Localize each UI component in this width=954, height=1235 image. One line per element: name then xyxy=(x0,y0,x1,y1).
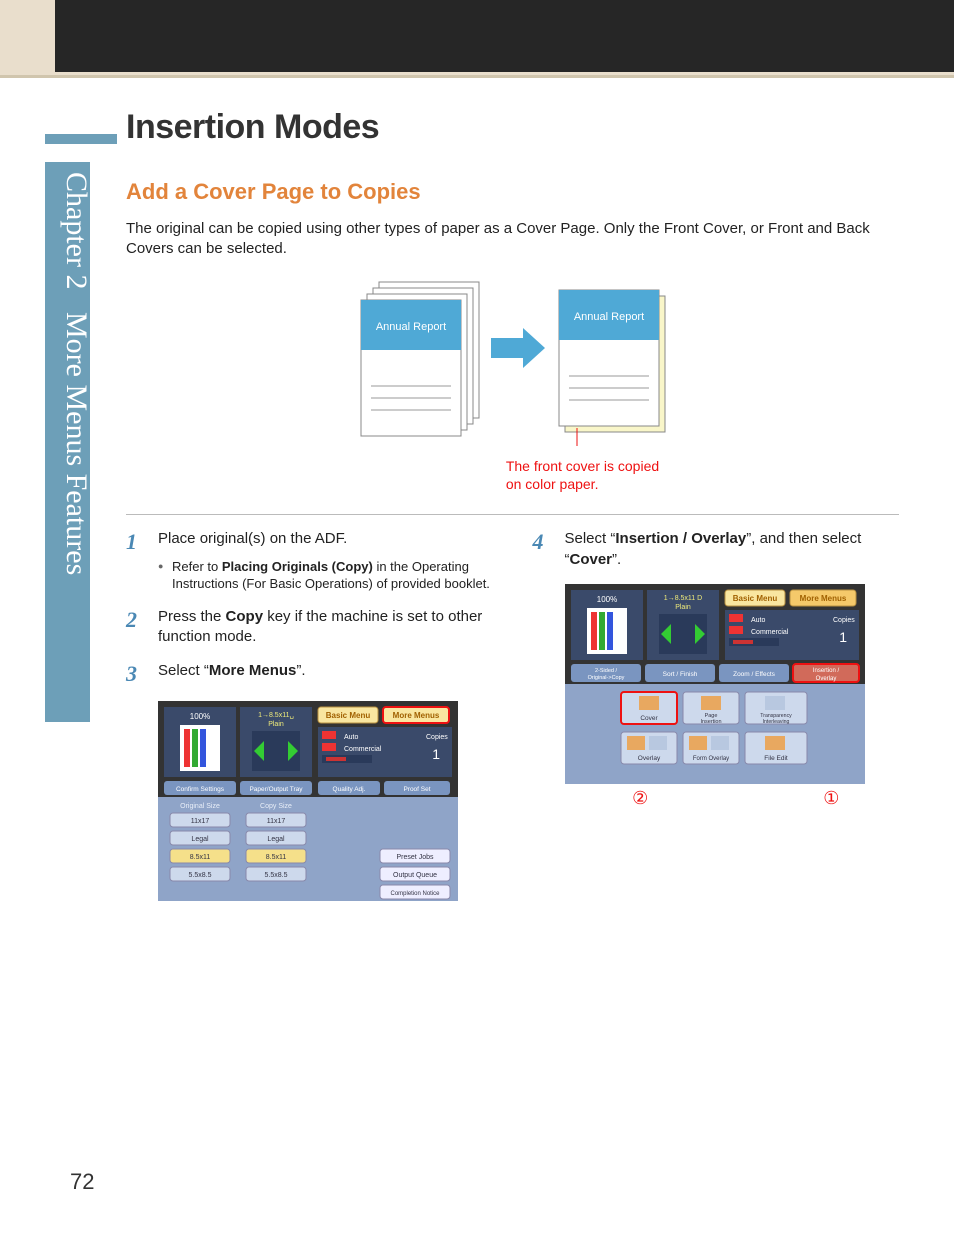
svg-text:Overlay: Overlay xyxy=(815,676,836,682)
svg-text:11x17: 11x17 xyxy=(191,818,210,825)
section-subtitle: Add a Cover Page to Copies xyxy=(126,179,899,205)
divider xyxy=(126,514,899,515)
svg-text:1→8.5x11 D: 1→8.5x11 D xyxy=(663,595,701,602)
svg-text:1: 1 xyxy=(432,746,440,762)
svg-text:Interleaving: Interleaving xyxy=(762,719,789,725)
step-3-number: 3 xyxy=(126,661,158,687)
svg-text:Basic Menu: Basic Menu xyxy=(326,711,371,720)
step-3-text: Select “More Menus”. xyxy=(158,661,306,687)
svg-text:Zoom / Effects: Zoom / Effects xyxy=(733,671,776,678)
svg-text:Preset Jobs: Preset Jobs xyxy=(397,854,434,861)
svg-text:Insertion: Insertion xyxy=(700,719,721,725)
svg-text:Form Overlay: Form Overlay xyxy=(692,756,728,762)
svg-text:Insertion /: Insertion / xyxy=(812,668,839,674)
svg-text:Copy Size: Copy Size xyxy=(260,803,292,810)
step-1-bullet: Refer to Placing Originals (Copy) in the… xyxy=(158,558,493,593)
svg-text:Copies: Copies xyxy=(833,617,855,624)
svg-text:Plain: Plain xyxy=(268,721,284,728)
svg-text:Completion Notice: Completion Notice xyxy=(390,891,440,897)
svg-text:Overlay: Overlay xyxy=(637,755,660,762)
callout-markers: ② ① xyxy=(533,788,900,809)
step-1-text: Place original(s) on the ADF. xyxy=(158,530,347,547)
svg-text:2-Sided /: 2-Sided / xyxy=(594,668,616,674)
step-4-text: Select “Insertion / Overlay”, and then s… xyxy=(565,529,900,570)
svg-text:1: 1 xyxy=(839,629,847,645)
svg-text:Auto: Auto xyxy=(751,617,766,624)
svg-text:Basic Menu: Basic Menu xyxy=(732,594,777,603)
screenshot-more-menus: 100% 1→8.5x11␣ Plain Basic Menu More Men… xyxy=(158,701,458,901)
svg-text:Legal: Legal xyxy=(191,836,209,843)
svg-text:Copies: Copies xyxy=(426,734,448,741)
svg-text:8.5x11: 8.5x11 xyxy=(190,854,211,861)
svg-text:Annual Report: Annual Report xyxy=(375,321,445,333)
svg-text:More Menus: More Menus xyxy=(799,594,846,603)
svg-text:Proof Set: Proof Set xyxy=(403,786,430,793)
svg-text:Sort / Finish: Sort / Finish xyxy=(662,671,697,678)
svg-text:Confirm Settings: Confirm Settings xyxy=(176,786,225,793)
page-title: Insertion Modes xyxy=(126,108,899,147)
svg-text:1→8.5x11␣: 1→8.5x11␣ xyxy=(258,712,294,719)
svg-text:8.5x11: 8.5x11 xyxy=(266,854,287,861)
screenshot-insertion-overlay: 100% 1→8.5x11 D Plain Basic Menu More Me… xyxy=(565,584,865,784)
svg-text:Quality Adj.: Quality Adj. xyxy=(333,786,366,793)
top-banner xyxy=(0,0,954,78)
step-4-number: 4 xyxy=(533,529,565,570)
svg-text:Annual Report: Annual Report xyxy=(573,311,643,323)
svg-text:More Menus: More Menus xyxy=(393,711,440,720)
chapter-side-tab: Chapter 2 More Menus Features xyxy=(45,162,90,722)
svg-text:Auto: Auto xyxy=(344,734,359,741)
svg-text:Output Queue: Output Queue xyxy=(393,872,437,879)
cover-diagram: Annual Report Annual Report The fro xyxy=(126,278,899,495)
svg-text:Paper/Output Tray: Paper/Output Tray xyxy=(249,786,303,793)
svg-text:Legal: Legal xyxy=(267,836,285,843)
svg-text:Commercial: Commercial xyxy=(751,629,789,636)
svg-text:File Edit: File Edit xyxy=(764,755,788,762)
step-1-number: 1 xyxy=(126,529,158,592)
svg-text:Original->Copy: Original->Copy xyxy=(587,675,624,681)
step-2-text: Press the Copy key if the machine is set… xyxy=(158,607,493,648)
svg-text:Cover: Cover xyxy=(640,715,658,722)
svg-text:Original Size: Original Size xyxy=(180,803,220,810)
page-number: 72 xyxy=(70,1169,94,1195)
intro-text: The original can be copied using other t… xyxy=(126,219,899,260)
svg-text:Plain: Plain xyxy=(675,604,691,611)
svg-text:100%: 100% xyxy=(190,712,210,721)
diagram-caption: The front cover is copied on color paper… xyxy=(506,457,659,495)
step-2-number: 2 xyxy=(126,607,158,648)
accent-bar xyxy=(45,134,117,144)
side-tab-text: Chapter 2 More Menus Features xyxy=(60,172,90,575)
svg-text:5.5x8.5: 5.5x8.5 xyxy=(189,872,212,879)
svg-text:100%: 100% xyxy=(596,595,616,604)
svg-text:11x17: 11x17 xyxy=(267,818,286,825)
svg-text:Commercial: Commercial xyxy=(344,746,382,753)
svg-text:5.5x8.5: 5.5x8.5 xyxy=(265,872,288,879)
